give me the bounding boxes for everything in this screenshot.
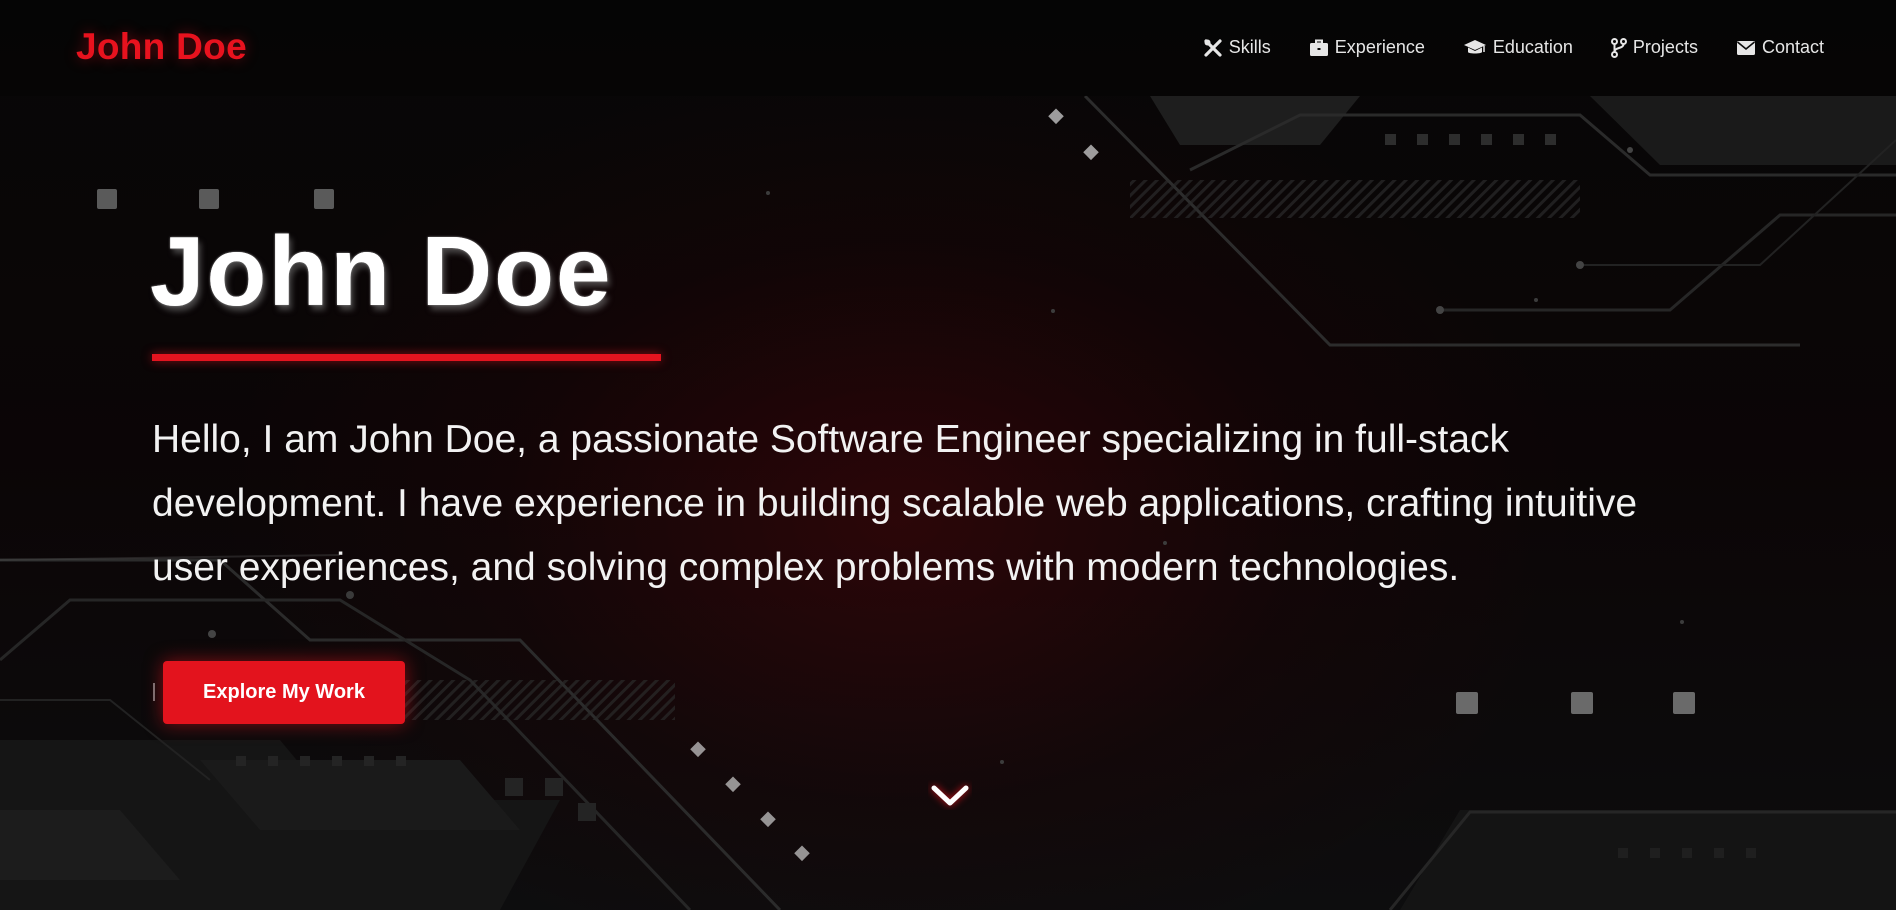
nav-label-contact: Contact bbox=[1761, 37, 1824, 57]
title-underline bbox=[152, 354, 661, 361]
nav-item-projects[interactable]: Projects bbox=[1610, 37, 1698, 58]
nav-item-skills[interactable]: Skills bbox=[1203, 37, 1271, 58]
nav-label-education: Education bbox=[1492, 37, 1573, 57]
explore-work-button[interactable]: Explore My Work bbox=[163, 661, 405, 724]
envelope-icon bbox=[1736, 40, 1755, 55]
code-branch-icon bbox=[1610, 37, 1627, 58]
chevron-down-icon bbox=[931, 785, 969, 806]
graduation-cap-icon bbox=[1463, 39, 1486, 53]
top-navbar: John Doe Skills Experience Education Pro… bbox=[0, 0, 1896, 96]
briefcase-icon bbox=[1309, 39, 1328, 56]
hero-description: Hello, I am John Doe, a passionate Softw… bbox=[152, 418, 1638, 589]
nav-item-contact[interactable]: Contact bbox=[1736, 37, 1824, 58]
nav-label-experience: Experience bbox=[1334, 37, 1425, 57]
page: John Doe Skills Experience Education Pro… bbox=[0, 0, 1896, 910]
tools-icon bbox=[1204, 38, 1222, 57]
scroll-down-button[interactable] bbox=[928, 780, 972, 810]
main-nav: Skills Experience Education Projects Con… bbox=[1203, 37, 1824, 58]
brand-logo[interactable]: John Doe bbox=[76, 26, 247, 68]
hero-title: John Doe bbox=[150, 216, 613, 326]
nav-item-education[interactable]: Education bbox=[1463, 37, 1573, 58]
cta-cursor-bar bbox=[153, 683, 155, 701]
nav-item-experience[interactable]: Experience bbox=[1309, 37, 1425, 58]
nav-label-projects: Projects bbox=[1632, 37, 1698, 57]
nav-label-skills: Skills bbox=[1228, 37, 1271, 57]
